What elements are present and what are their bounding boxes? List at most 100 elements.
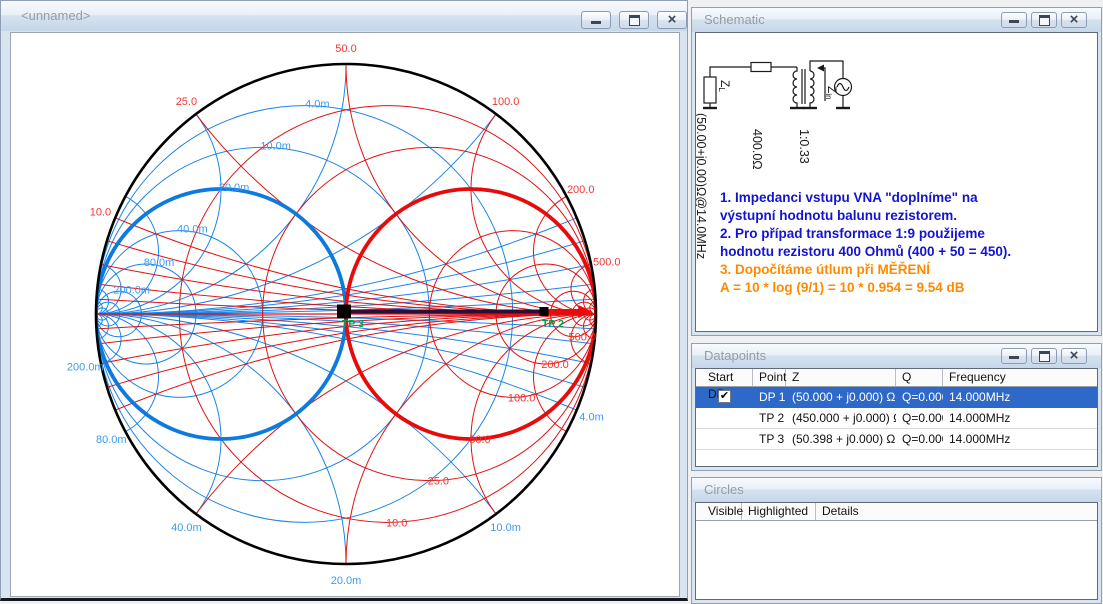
z-cell: (450.000 + j0.000) Ω [786, 408, 896, 428]
svg-text:10.0m: 10.0m [260, 140, 291, 152]
svg-text:10.0: 10.0 [386, 517, 407, 529]
svg-text:500.0: 500.0 [593, 256, 621, 268]
start-dp-checkbox[interactable]: ✔ [718, 390, 731, 403]
chart-window-titlebar[interactable]: <unnamed> × [1, 1, 687, 31]
q-cell: Q=0.000 [896, 429, 943, 449]
q-cell: Q=0.000 [896, 408, 943, 428]
note-line: hodnotu rezistoru 400 Ohmů (400 + 50 = 4… [720, 243, 1098, 261]
minimize-icon [1009, 20, 1019, 23]
smith-chart-canvas[interactable]: TP 3TP 210.025.050.0100.0200.0500.04.0m1… [10, 32, 680, 597]
column-header-highlighted: Highlighted [742, 503, 816, 520]
frequency-cell: 14.000MHz [943, 429, 1097, 449]
chart-window: <unnamed> × TP 3TP 210.025.050.0100.0200… [0, 0, 688, 601]
schematic-maximize-button[interactable] [1031, 12, 1057, 28]
close-icon: × [1070, 349, 1079, 363]
schematic-title: Schematic [692, 12, 765, 27]
schematic-notes: 1. Impedanci vstupu VNA "doplníme" na vý… [720, 189, 1098, 297]
svg-text:25.0: 25.0 [428, 476, 449, 488]
smith-chart[interactable]: TP 3TP 210.025.050.0100.0200.0500.04.0m1… [11, 33, 679, 596]
table-row[interactable]: TP 2 (450.000 + j0.000) Ω Q=0.000 14.000… [696, 408, 1097, 429]
maximize-button[interactable] [619, 11, 649, 29]
datapoints-header-row: Start DP Point Z Q Frequency [696, 369, 1097, 387]
datapoints-title: Datapoints [692, 348, 766, 363]
svg-text:500.0: 500.0 [569, 332, 597, 344]
schematic-body: ZL(50.00+j0.00)Ω@14.0MHz400.0Ω1:0.33Zin … [695, 32, 1098, 332]
frequency-cell: 14.000MHz [943, 408, 1097, 428]
point-cell: TP 2 [753, 408, 786, 428]
datapoints-minimize-button[interactable] [1001, 348, 1027, 364]
table-row[interactable]: TP 3 (50.398 + j0.000) Ω Q=0.000 14.000M… [696, 429, 1097, 450]
load-label: ZL [717, 80, 732, 92]
column-header-point: Point [753, 369, 786, 386]
circles-titlebar[interactable]: Circles [692, 478, 1101, 502]
point-cell: TP 3 [753, 429, 786, 449]
column-header-z: Z [786, 369, 896, 386]
svg-text:40.0m: 40.0m [177, 224, 208, 236]
check-icon: ✔ [720, 390, 729, 402]
svg-text:40.0m: 40.0m [171, 522, 202, 534]
svg-text:4.0m: 4.0m [305, 99, 329, 111]
frequency-cell: 14.000MHz [943, 387, 1097, 407]
maximize-icon [1039, 351, 1050, 362]
svg-text:80.0m: 80.0m [96, 434, 127, 446]
svg-text:10.0: 10.0 [90, 207, 111, 219]
svg-text:200.0m: 200.0m [67, 362, 104, 374]
circles-header-row: Visible Highlighted Details [696, 503, 1097, 521]
desktop: { "main_window": { "title": "<unnamed>",… [0, 0, 1103, 604]
note-line: A = 10 * log (9/1) = 10 * 0.954 = 9.54 d… [720, 279, 1098, 297]
close-icon: × [668, 13, 677, 27]
q-cell: Q=0.000 [896, 387, 943, 407]
datapoints-panel: Datapoints × Start DP Point Z Q Frequenc… [691, 343, 1102, 471]
zin-label: Zin [824, 86, 839, 100]
start-dp-cell [696, 408, 753, 428]
svg-text:50.0: 50.0 [469, 434, 490, 446]
minimize-button[interactable] [581, 11, 611, 29]
load-value-label: (50.00+j0.00)Ω@14.0MHz [696, 113, 708, 259]
column-header-details: Details [816, 503, 1097, 520]
svg-text:20.0m: 20.0m [219, 182, 250, 194]
schematic-minimize-button[interactable] [1001, 12, 1027, 28]
start-dp-cell [696, 429, 753, 449]
svg-text:200.0: 200.0 [567, 184, 595, 196]
column-header-q: Q [896, 369, 943, 386]
close-button[interactable]: × [657, 11, 687, 29]
note-line: výstupní hodnotu balunu rezistorem. [720, 207, 1098, 225]
svg-text:TP 3: TP 3 [342, 318, 364, 330]
note-line: 3. Dopočítáme útlum při MĚŘENÍ [720, 261, 1098, 279]
schematic-close-button[interactable]: × [1061, 12, 1087, 28]
minimize-icon [1009, 356, 1019, 359]
z-cell: (50.000 + j0.000) Ω [786, 387, 896, 407]
z-cell: (50.398 + j0.000) Ω [786, 429, 896, 449]
svg-text:50.0: 50.0 [335, 43, 356, 55]
svg-text:100.0: 100.0 [492, 96, 520, 108]
datapoints-titlebar[interactable]: Datapoints × [692, 344, 1101, 368]
svg-text:100.0: 100.0 [508, 392, 536, 404]
circles-panel: Circles Visible Highlighted Details [691, 477, 1102, 604]
table-row[interactable]: ✔ DP 1 (50.000 + j0.000) Ω Q=0.000 14.00… [696, 387, 1097, 408]
svg-text:200.0m: 200.0m [113, 284, 150, 296]
datapoints-close-button[interactable]: × [1061, 348, 1087, 364]
point-cell: DP 1 [753, 387, 786, 407]
datapoints-body: Start DP Point Z Q Frequency ✔ DP 1 (50.… [695, 368, 1098, 467]
close-icon: × [1070, 13, 1079, 27]
column-header-frequency: Frequency [943, 369, 1097, 386]
series-resistor-label: 400.0Ω [750, 129, 764, 170]
schematic-titlebar[interactable]: Schematic × [692, 8, 1101, 32]
note-line: 1. Impedanci vstupu VNA "doplníme" na [720, 189, 1098, 207]
svg-text:4.0m: 4.0m [579, 411, 603, 423]
start-dp-cell: ✔ [696, 387, 753, 407]
datapoints-maximize-button[interactable] [1031, 348, 1057, 364]
circles-title: Circles [692, 482, 744, 497]
column-header-start-dp: Start DP [696, 369, 753, 386]
schematic-panel: Schematic × ZL (50.00+j0.00)Ω@14.0MHz 400.… [691, 7, 1102, 336]
svg-text:200.0: 200.0 [541, 359, 569, 371]
note-line: 2. Pro případ transformace 1:9 použijeme [720, 225, 1098, 243]
column-header-visible: Visible [696, 503, 742, 520]
svg-text:25.0: 25.0 [176, 96, 197, 108]
maximize-icon [629, 15, 640, 26]
transformer-ratio-label: 1:0.33 [797, 129, 811, 164]
minimize-icon [591, 21, 601, 24]
chart-window-title: <unnamed> [1, 8, 90, 23]
svg-text:20.0m: 20.0m [331, 575, 362, 587]
maximize-icon [1039, 15, 1050, 26]
